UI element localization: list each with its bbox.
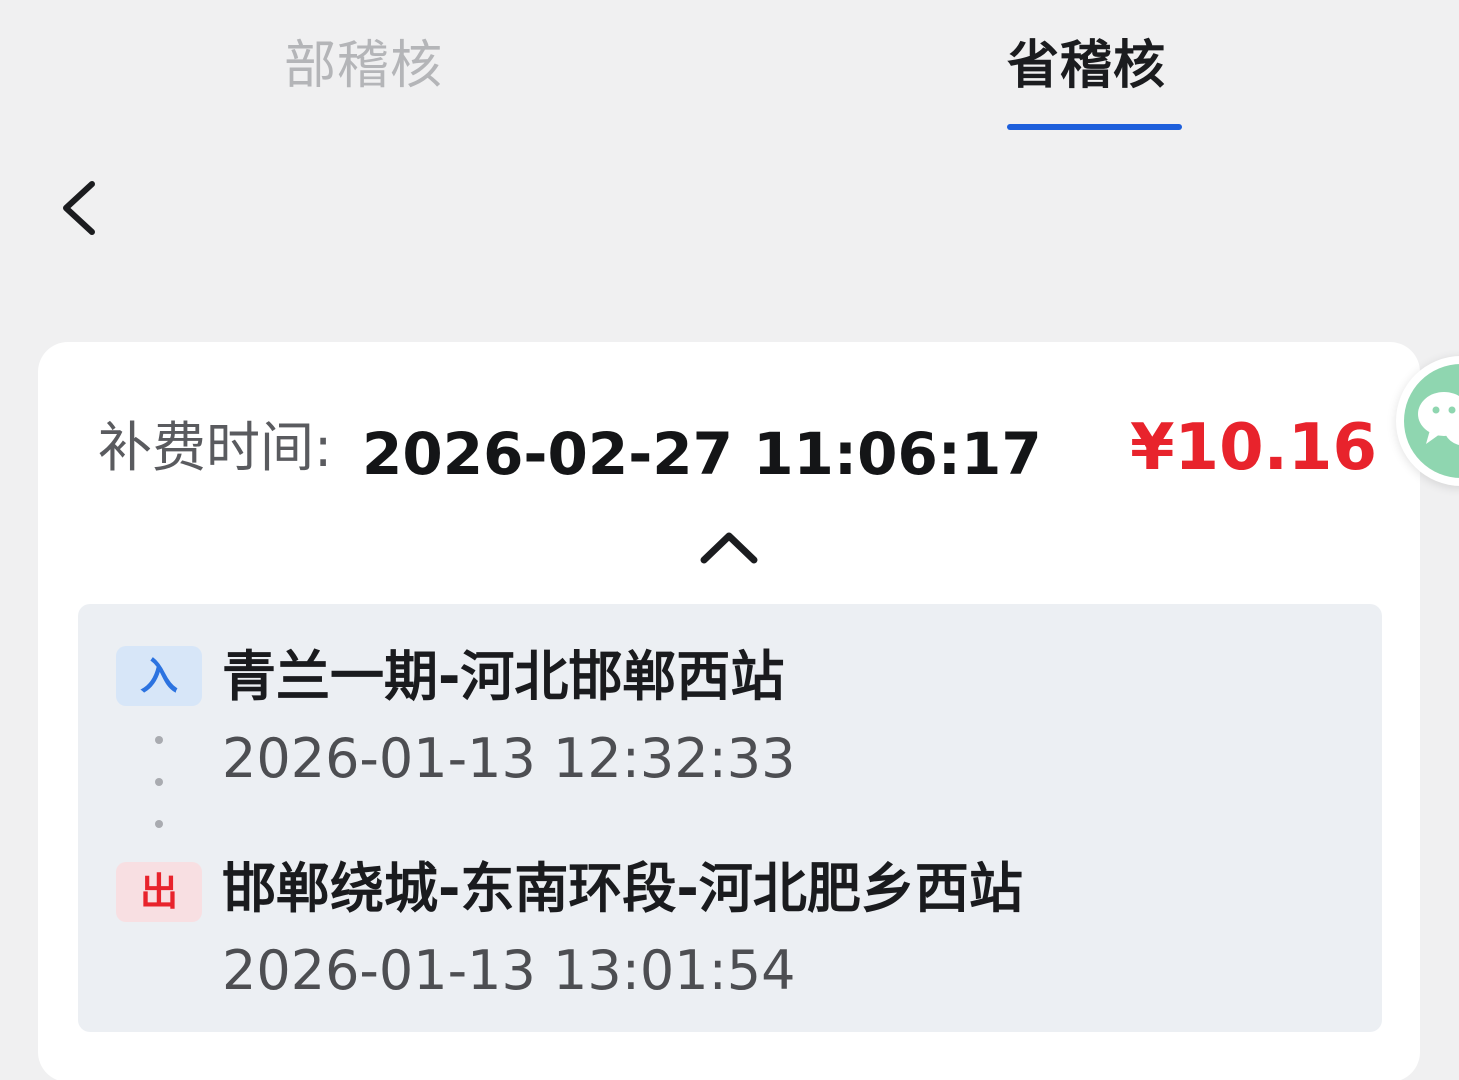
fee-time-label: 补费时间: bbox=[98, 416, 333, 479]
fee-time-value: 2026-02-27 11:06:17 bbox=[362, 420, 1042, 488]
route-connector-dot bbox=[155, 778, 163, 786]
back-button[interactable] bbox=[52, 170, 112, 246]
entry-time: 2026-01-13 12:32:33 bbox=[222, 727, 796, 790]
floating-wechat-button[interactable] bbox=[1396, 356, 1459, 486]
tab-ministry-audit[interactable]: 部稽核 bbox=[284, 30, 443, 102]
entry-station-name: 青兰一期-河北邯郸西站 bbox=[222, 645, 785, 708]
tab-province-audit[interactable]: 省稽核 bbox=[1007, 30, 1166, 102]
collapse-button[interactable] bbox=[696, 522, 762, 570]
active-tab-indicator bbox=[1007, 124, 1182, 130]
audit-page: 部稽核 省稽核 补费时间: 2026-02-27 11:06:17 ¥10.16… bbox=[0, 0, 1459, 1080]
route-connector-dot bbox=[155, 820, 163, 828]
fee-amount: ¥10.16 bbox=[1130, 411, 1377, 485]
chevron-left-icon bbox=[63, 181, 95, 235]
exit-time: 2026-01-13 13:01:54 bbox=[222, 939, 796, 1002]
entry-badge: 入 bbox=[116, 646, 202, 706]
route-connector-dot bbox=[155, 736, 163, 744]
chevron-up-icon bbox=[700, 532, 758, 564]
exit-badge: 出 bbox=[116, 862, 202, 922]
wechat-icon bbox=[1404, 364, 1459, 478]
exit-station-name: 邯郸绕城-东南环段-河北肥乡西站 bbox=[222, 857, 1023, 920]
